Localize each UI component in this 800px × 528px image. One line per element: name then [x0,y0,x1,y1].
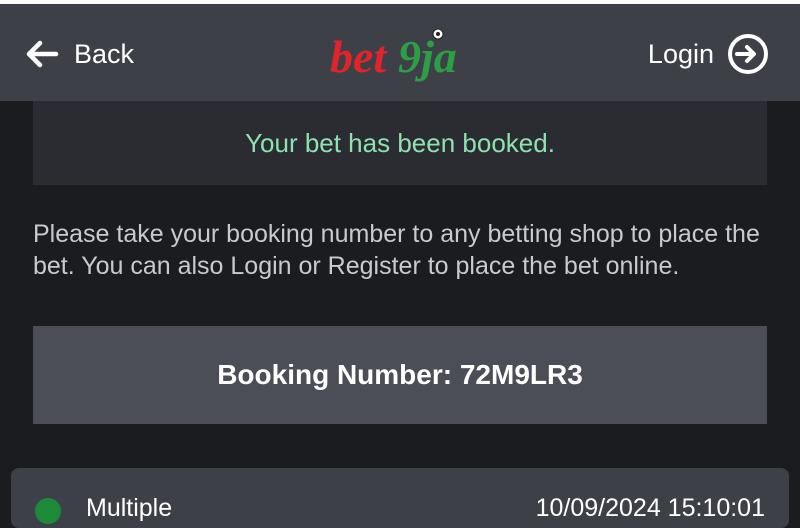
login-arrow-circle-icon [728,34,768,74]
success-message-box: Your bet has been booked. [33,101,767,185]
bet-timestamp: 10/09/2024 15:10:01 [535,494,765,522]
login-button[interactable]: Login [648,32,770,76]
svg-text:bet: bet [330,31,387,82]
login-label: Login [647,38,714,69]
back-label: Back [74,38,135,69]
booking-number-box[interactable]: Booking Number: 72M9LR3 [33,326,767,424]
success-message: Your bet has been booked. [245,127,555,158]
svg-text:9ja: 9ja [398,31,457,82]
booking-instructions: Please take your booking number to any b… [33,220,760,280]
bet-card[interactable]: Multiple 10/09/2024 15:10:01 [11,468,789,528]
back-button[interactable]: Back [24,34,134,74]
bet9ja-logo[interactable]: bet 9ja [326,26,476,82]
bet-type: Multiple [86,494,173,522]
booking-number: Booking Number: 72M9LR3 [217,359,583,390]
app-header: Back bet 9ja Login [0,4,800,101]
status-dot-icon [35,498,61,524]
arrow-left-icon [26,40,59,68]
